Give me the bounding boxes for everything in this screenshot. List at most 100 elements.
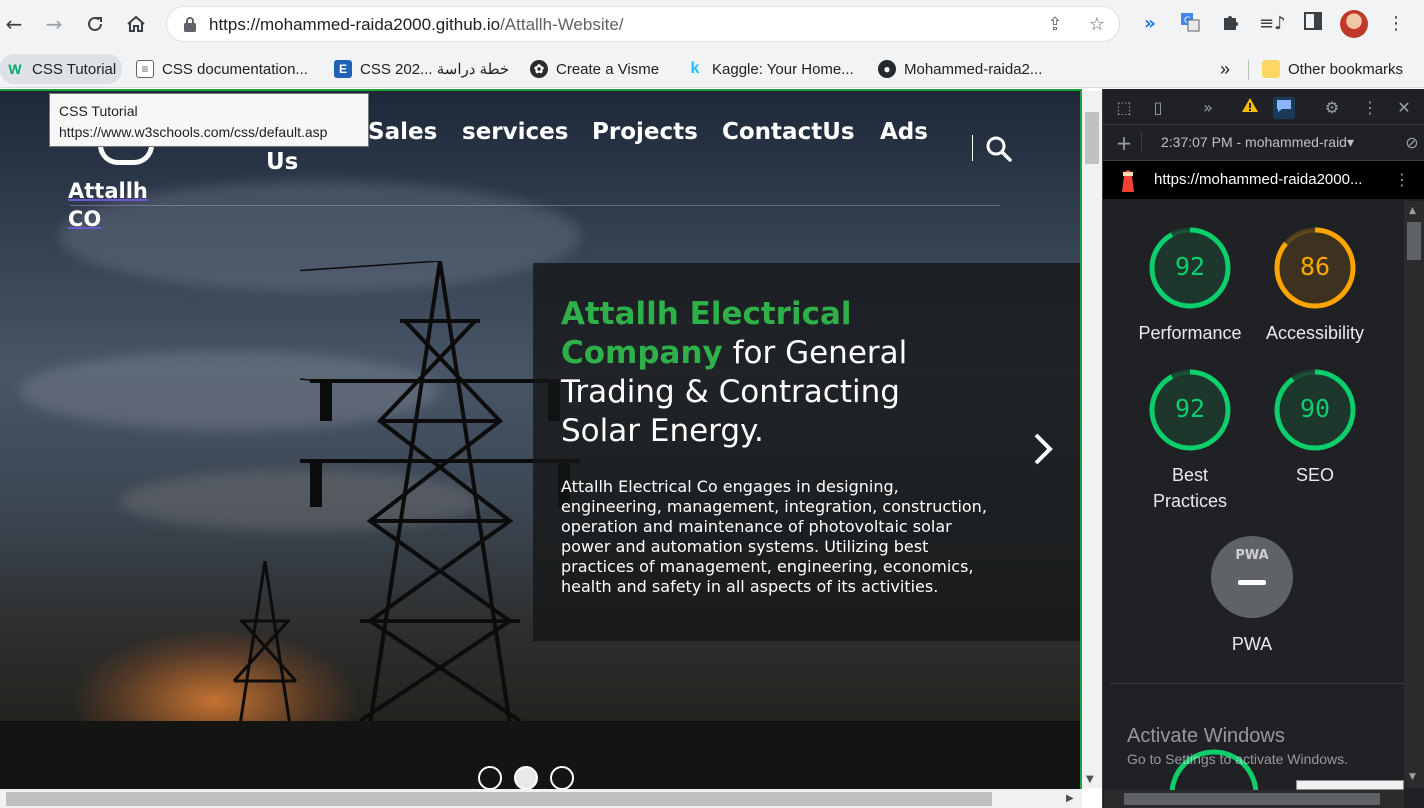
page-vertical-scrollbar[interactable] — [1082, 91, 1102, 788]
score-value: 92 — [1174, 394, 1206, 423]
lighthouse-icon — [1122, 170, 1134, 192]
windows-watermark: Activate Windows Go to Settings to activ… — [1127, 724, 1348, 770]
side-panel-icon[interactable] — [1301, 12, 1325, 36]
nav-link-sales[interactable]: Sales — [368, 119, 437, 145]
puzzle-icon[interactable] — [1219, 12, 1243, 36]
devtools-scroll-down-icon[interactable]: ▼ — [1409, 772, 1416, 782]
hero-description: Attallh Electrical Co engages in designi… — [561, 477, 987, 596]
page-horizontal-scroll-thumb[interactable] — [6, 792, 992, 806]
devtools-menu-icon[interactable]: ⋮ — [1359, 97, 1381, 119]
bookmark-github[interactable]: ● Mohammed-raida2... — [872, 54, 1048, 84]
tooltip-title: CSS Tutorial — [59, 103, 138, 119]
home-icon[interactable] — [122, 10, 150, 38]
nav-link-services[interactable]: services — [462, 119, 568, 145]
lock-icon[interactable] — [183, 16, 197, 32]
carousel-dot-3[interactable] — [550, 766, 574, 790]
url-text[interactable]: https://mohammed-raida2000.github.io/Att… — [209, 15, 624, 35]
extension-arrows-icon[interactable]: » — [1138, 12, 1162, 36]
settings-gear-icon[interactable]: ⚙ — [1321, 97, 1343, 119]
nav-link-contactus[interactable]: ContactUs — [722, 119, 855, 145]
score-label: Accessibility — [1265, 323, 1365, 343]
share-icon[interactable]: ⇪ — [1045, 15, 1065, 35]
clear-reports-icon[interactable]: ⊘ — [1401, 132, 1423, 154]
carousel-dot-1[interactable] — [478, 766, 502, 790]
github-icon: ● — [878, 60, 896, 78]
bookmark-kaggle[interactable]: k Kaggle: Your Home... — [680, 54, 860, 84]
inspect-element-icon[interactable]: ⬚ — [1113, 97, 1135, 119]
report-menu-icon[interactable]: ⋮ — [1391, 169, 1413, 191]
bookmarks-divider — [1248, 60, 1249, 80]
page-vertical-scroll-thumb[interactable] — [1085, 112, 1099, 164]
lighthouse-toolbar: + 2:37:07 PM - mohammed-raid▾ ⊘ — [1103, 125, 1424, 161]
nav-link-ads[interactable]: Ads — [880, 119, 928, 145]
more-tabs-icon[interactable]: » — [1197, 97, 1219, 119]
nav-link-projects[interactable]: Projects — [592, 119, 698, 145]
search-icon[interactable] — [985, 135, 1013, 163]
overflow-label: » — [1220, 58, 1231, 79]
bookmark-label: Kaggle: Your Home... — [712, 60, 854, 78]
score-label: Performance — [1138, 323, 1242, 343]
bookmark-star-icon[interactable]: ☆ — [1087, 15, 1107, 35]
bookmark-css-tutorial[interactable]: W CSS Tutorial — [0, 54, 123, 84]
nav-link-us[interactable]: Us — [266, 149, 298, 175]
bookmark-css-documentation[interactable]: ≡ CSS documentation... — [130, 54, 314, 84]
web-content: Attallh CO Us Sales services Projects Co… — [0, 89, 1082, 808]
watermark-line2: Go to Settings to activate Windows. — [1127, 751, 1348, 767]
bookmark-tooltip: CSS Tutorial https://www.w3schools.com/c… — [49, 93, 369, 147]
new-report-icon[interactable]: + — [1113, 132, 1135, 154]
score-value: 90 — [1299, 394, 1331, 423]
tooltip-url: https://www.w3schools.com/css/default.as… — [59, 124, 328, 140]
bookmark-label: Mohammed-raida2... — [904, 60, 1043, 78]
bookmarks-overflow-button[interactable]: » — [1214, 54, 1236, 84]
devtools-divider — [1110, 683, 1404, 684]
scroll-right-arrow-icon[interactable]: ▶ — [1066, 793, 1074, 804]
nav-separator — [972, 135, 973, 161]
brand-line1: Attallh — [68, 179, 148, 203]
pwa-badge-text: PWA — [1235, 548, 1269, 563]
close-devtools-icon[interactable]: ✕ — [1393, 97, 1415, 119]
warning-icon[interactable] — [1239, 97, 1261, 119]
device-toolbar-icon[interactable]: ▯ — [1147, 97, 1169, 119]
carousel-dot-2[interactable] — [514, 766, 538, 790]
back-icon[interactable]: ← — [0, 10, 28, 38]
translate-icon[interactable]: G — [1178, 12, 1202, 36]
bookmark-label: Create a Visme — [556, 60, 660, 78]
bookmarks-bar: W CSS Tutorial ≡ CSS documentation... E … — [0, 48, 1424, 88]
nav-divider — [70, 205, 1000, 206]
bookmark-label: CSS 202... خطة دراسة — [360, 61, 510, 78]
pwa-dash-icon — [1238, 580, 1266, 585]
report-selector[interactable]: 2:37:07 PM - mohammed-raid▾ — [1161, 134, 1354, 151]
bookmark-visme[interactable]: ✿ Create a Visme — [524, 54, 665, 84]
folder-icon — [1262, 60, 1280, 78]
forward-icon[interactable]: → — [40, 10, 68, 38]
devtools-horizontal-scroll-thumb[interactable] — [1124, 793, 1380, 805]
menu-dots-icon[interactable]: ⋮ — [1384, 12, 1408, 36]
other-bookmarks[interactable]: Other bookmarks — [1256, 54, 1409, 84]
other-bookmarks-label: Other bookmarks — [1288, 60, 1404, 78]
bookmark-label: CSS Tutorial — [32, 60, 117, 78]
brand-line2: CO — [68, 207, 102, 231]
address-bar[interactable]: https://mohammed-raida2000.github.io/Att… — [166, 6, 1120, 42]
docs-icon: ≡ — [136, 60, 154, 78]
score-value: 92 — [1174, 252, 1206, 281]
pwa-label: PWA — [1231, 634, 1273, 654]
carousel-next-icon[interactable] — [1030, 431, 1056, 467]
devtools-vertical-scroll-thumb[interactable] — [1407, 222, 1421, 260]
report-url[interactable]: https://mohammed-raida2000... — [1154, 171, 1362, 188]
e-icon: E — [334, 60, 352, 78]
lighthouse-report-header: https://mohammed-raida2000... ⋮ — [1103, 161, 1424, 199]
devtools-vertical-scrollbar[interactable] — [1404, 201, 1424, 788]
brand-name[interactable]: Attallh CO — [68, 177, 148, 233]
bookmark-css-plan[interactable]: E CSS 202... خطة دراسة — [328, 54, 515, 84]
issues-icon[interactable] — [1273, 97, 1295, 119]
reload-icon[interactable] — [81, 10, 109, 38]
score-label: Best Practices — [1152, 465, 1228, 511]
kaggle-icon: k — [690, 60, 700, 77]
scroll-down-arrow-icon[interactable]: ▼ — [1086, 774, 1094, 785]
hero-caption-box: Attallh Electrical Company for General T… — [533, 263, 1080, 641]
devtools-scroll-up-icon[interactable]: ▲ — [1409, 206, 1416, 216]
profile-avatar[interactable] — [1340, 10, 1368, 38]
media-queue-icon[interactable]: ≡♪ — [1259, 12, 1286, 36]
browser-toolbar: ← → https://mohammed-raida2000.github.io… — [0, 0, 1424, 48]
watermark-line1: Activate Windows — [1127, 725, 1285, 747]
